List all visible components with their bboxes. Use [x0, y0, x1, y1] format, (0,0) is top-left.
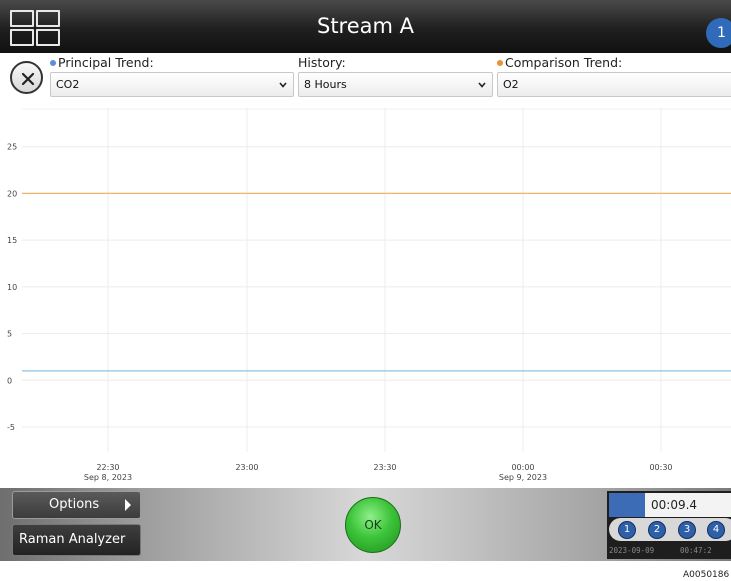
y-tick-label: -5 [7, 423, 15, 432]
close-button[interactable] [10, 61, 43, 94]
x-tick-date-label: Sep 9, 2023 [499, 473, 547, 482]
history-label: History: [298, 55, 346, 70]
comparison-trend-select[interactable]: O2 [497, 72, 731, 97]
notification-badge[interactable]: 1 [706, 18, 731, 48]
trend-chart[interactable]: 25 20 15 10 5 0 -5 22:30Sep 8, 2023 23:00 23:30 0… [0, 100, 731, 488]
page-title: Stream A [316, 14, 415, 38]
x-tick-label: 23:00 [235, 463, 258, 472]
document-code: A0050186 [683, 570, 730, 580]
history-select[interactable]: 8 Hours [298, 72, 493, 97]
x-tick-date-label: Sep 8, 2023 [84, 473, 132, 482]
status-ok-button[interactable]: OK [345, 497, 401, 553]
chevron-down-icon [279, 82, 287, 88]
y-axis: 25 20 15 10 5 0 -5 [7, 143, 17, 432]
chevron-down-icon [478, 82, 486, 88]
comparison-trend-label: Comparison Trend: [497, 55, 622, 70]
x-tick-label: 00:30 [649, 463, 672, 472]
step-4-button[interactable]: 4 [707, 521, 725, 539]
history-value: 8 Hours [304, 78, 347, 91]
chart-series [22, 192, 731, 372]
step-2-button[interactable]: 2 [648, 521, 666, 539]
comparison-series-dot [497, 60, 503, 66]
x-tick-label: 22:30 [96, 463, 119, 472]
footer-bar: Options Raman Analyzer OK 00:09.4 1 2 3 … [0, 488, 731, 561]
principal-series-dot [50, 60, 56, 66]
step-1-button[interactable]: 1 [618, 521, 636, 539]
step-3-button[interactable]: 3 [678, 521, 696, 539]
header-bar: Stream A 1 [0, 0, 731, 53]
progress-fill [609, 493, 645, 517]
principal-trend-select[interactable]: CO2 [50, 72, 294, 97]
principal-trend-value: CO2 [56, 78, 80, 91]
raman-analyzer-button[interactable]: Raman Analyzer [12, 524, 141, 556]
x-tick-label: 00:00 [511, 463, 534, 472]
x-axis: 22:30Sep 8, 2023 23:00 23:30 00:00Sep 9, 20… [84, 463, 673, 482]
comparison-trend-value: O2 [503, 78, 519, 91]
y-tick-label: 25 [7, 143, 17, 152]
y-tick-label: 10 [7, 283, 17, 292]
timestamp-time: 00:47:2 [680, 546, 712, 555]
stream-steps: 1 2 3 4 [609, 518, 731, 541]
options-label: Options [49, 497, 100, 512]
y-tick-label: 20 [7, 189, 17, 198]
y-tick-label: 15 [7, 236, 17, 245]
options-button[interactable]: Options [12, 491, 141, 519]
y-tick-label: 0 [7, 376, 12, 385]
caret-right-icon [125, 499, 131, 511]
measurement-status-panel: 00:09.4 1 2 3 4 2023-09-09 00:47:2 [607, 491, 731, 559]
measurement-progress: 00:09.4 [609, 493, 731, 517]
raman-stream-screen: Stream A 1 Principal Trend: CO2 History:… [0, 0, 731, 581]
principal-trend-label: Principal Trend: [50, 55, 154, 70]
timestamp-date: 2023-09-09 [609, 546, 655, 555]
close-icon [21, 72, 35, 86]
y-tick-label: 5 [7, 330, 12, 339]
elapsed-time: 00:09.4 [651, 498, 698, 512]
x-tick-label: 23:30 [373, 463, 396, 472]
chart-gridlines [22, 108, 731, 452]
